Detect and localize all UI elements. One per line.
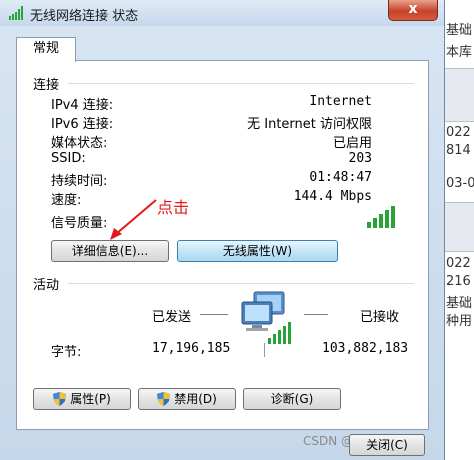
screen: 基础 本库 022 814 03-0 022 216 基础 种用 无线网络连接 …: [0, 0, 474, 460]
signal-bar: [391, 206, 395, 228]
properties-button-label: 属性(P): [70, 392, 111, 406]
ipv6-label: IPv6 连接:: [51, 117, 114, 132]
background-text: 基础: [446, 296, 473, 311]
sent-line: [200, 314, 228, 315]
duration-value: 01:48:47: [309, 170, 372, 185]
bytes-sent-value: 17,196,185: [152, 341, 231, 356]
sent-label: 已发送: [152, 310, 192, 325]
close-button[interactable]: 关闭(C): [349, 434, 425, 456]
status-dialog: 无线网络连接 状态 x 常规 连接 IPv4 连接: Internet IPv6…: [0, 0, 445, 460]
annotation-text: 点击: [157, 198, 190, 217]
title-bar[interactable]: 无线网络连接 状态 x: [0, 0, 444, 26]
duration-label: 持续时间:: [51, 174, 108, 189]
signal-bar: [385, 210, 389, 228]
background-text: 216: [446, 274, 471, 289]
divider: [68, 83, 414, 84]
wireless-signal-icon: [9, 6, 23, 20]
ssid-value: 203: [348, 151, 372, 166]
signal-bar: [379, 214, 383, 228]
ipv4-label: IPv4 连接:: [51, 98, 114, 113]
ssid-label: SSID:: [51, 151, 86, 166]
ipv6-value: 无 Internet 访问权限: [247, 117, 372, 132]
window-close-button[interactable]: x: [388, 0, 438, 21]
disable-button[interactable]: 禁用(D): [138, 388, 236, 410]
annotation-arrow-icon: [110, 199, 157, 240]
connection-heading: 连接: [33, 78, 60, 93]
bytes-received-value: 103,882,183: [322, 341, 409, 356]
ipv4-value: Internet: [309, 94, 372, 109]
uac-shield-icon: [53, 391, 67, 406]
speed-value: 144.4 Mbps: [293, 189, 372, 204]
details-button[interactable]: 详细信息(E)...: [51, 240, 169, 262]
uac-shield-icon: [157, 391, 171, 406]
signal-bar: [373, 218, 377, 228]
background-text: 022: [446, 125, 471, 140]
media-state-value: 已启用: [332, 136, 372, 151]
background-text: 基础: [446, 23, 473, 38]
background-window: 基础 本库 022 814 03-0 022 216 基础 种用: [444, 0, 474, 460]
network-computers-icon: [241, 291, 291, 344]
bytes-label: 字节:: [51, 345, 82, 360]
divider: [68, 283, 414, 284]
window-title: 无线网络连接 状态: [30, 9, 139, 24]
disable-button-label: 禁用(D): [174, 392, 217, 406]
background-text: 022: [446, 256, 471, 271]
background-thumbnail: [444, 68, 474, 122]
close-icon: x: [408, 1, 418, 17]
tab-general[interactable]: 常规: [16, 37, 76, 62]
wireless-properties-button[interactable]: 无线属性(W): [177, 240, 338, 262]
background-text: 814: [446, 143, 471, 158]
received-label: 已接收: [360, 310, 400, 325]
signal-quality-label: 信号质量:: [51, 216, 108, 231]
signal-strength-icon: [367, 206, 395, 228]
received-line: [304, 314, 328, 315]
diagnose-button[interactable]: 诊断(G): [243, 388, 341, 410]
properties-button[interactable]: 属性(P): [33, 388, 131, 410]
background-text: 03-0: [446, 176, 474, 191]
background-text: 种用: [446, 314, 473, 329]
activity-heading: 活动: [33, 278, 60, 293]
speed-label: 速度:: [51, 193, 82, 208]
background-thumbnail: [444, 202, 474, 252]
signal-bar: [367, 222, 371, 228]
divider: [264, 343, 265, 357]
media-state-label: 媒体状态:: [51, 136, 108, 151]
background-text: 本库: [446, 45, 473, 60]
